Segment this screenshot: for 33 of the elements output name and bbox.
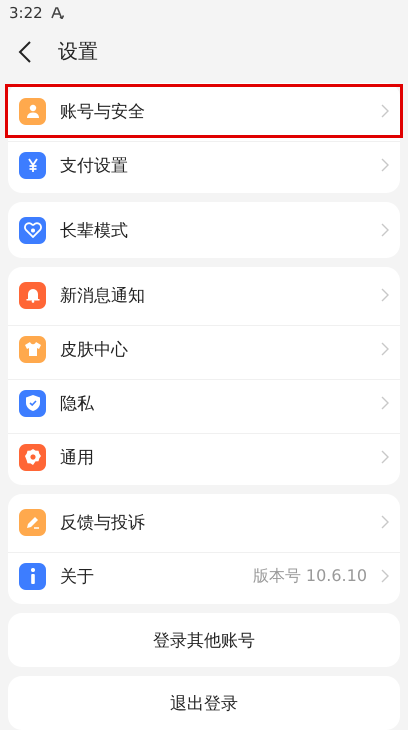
chevron-icon xyxy=(381,104,389,118)
page-title: 设置 xyxy=(58,38,98,66)
settings-item[interactable]: 支付设置 xyxy=(5,138,403,192)
settings-item[interactable]: 隐私 xyxy=(5,376,403,430)
settings-item[interactable]: 长辈模式 xyxy=(5,203,403,257)
settings-item[interactable]: 新消息通知 xyxy=(5,268,403,322)
item-label: 关于 xyxy=(60,566,95,588)
account-button[interactable]: 退出登录 xyxy=(8,676,400,730)
item-label: 反馈与投诉 xyxy=(60,512,146,534)
status-time: 3:22 xyxy=(9,4,43,22)
settings-item[interactable]: 关于 版本号 10.6.10 xyxy=(5,549,403,603)
settings-item[interactable]: 反馈与投诉 xyxy=(5,495,403,549)
item-label: 长辈模式 xyxy=(60,220,129,242)
account-button[interactable]: 登录其他账号 xyxy=(8,613,400,667)
chevron-icon xyxy=(381,396,389,410)
notification-icon xyxy=(50,7,64,20)
chevron-icon xyxy=(381,450,389,464)
version-text: 版本号 10.6.10 xyxy=(252,566,367,586)
chevron-icon xyxy=(381,158,389,172)
item-label: 支付设置 xyxy=(60,154,129,176)
chevron-icon xyxy=(381,288,389,302)
settings-item[interactable]: 通用 xyxy=(5,430,403,484)
chevron-icon xyxy=(381,569,389,583)
chevron-icon xyxy=(381,342,389,356)
chevron-icon xyxy=(381,223,389,237)
item-label: 皮肤中心 xyxy=(60,338,129,360)
settings-item[interactable]: 皮肤中心 xyxy=(5,322,403,376)
settings-item[interactable]: 账号与安全 xyxy=(5,84,403,138)
chevron-icon xyxy=(381,515,389,529)
item-label: 隐私 xyxy=(60,392,95,414)
item-label: 通用 xyxy=(60,446,95,468)
item-label: 账号与安全 xyxy=(60,100,146,122)
item-label: 新消息通知 xyxy=(60,284,146,306)
